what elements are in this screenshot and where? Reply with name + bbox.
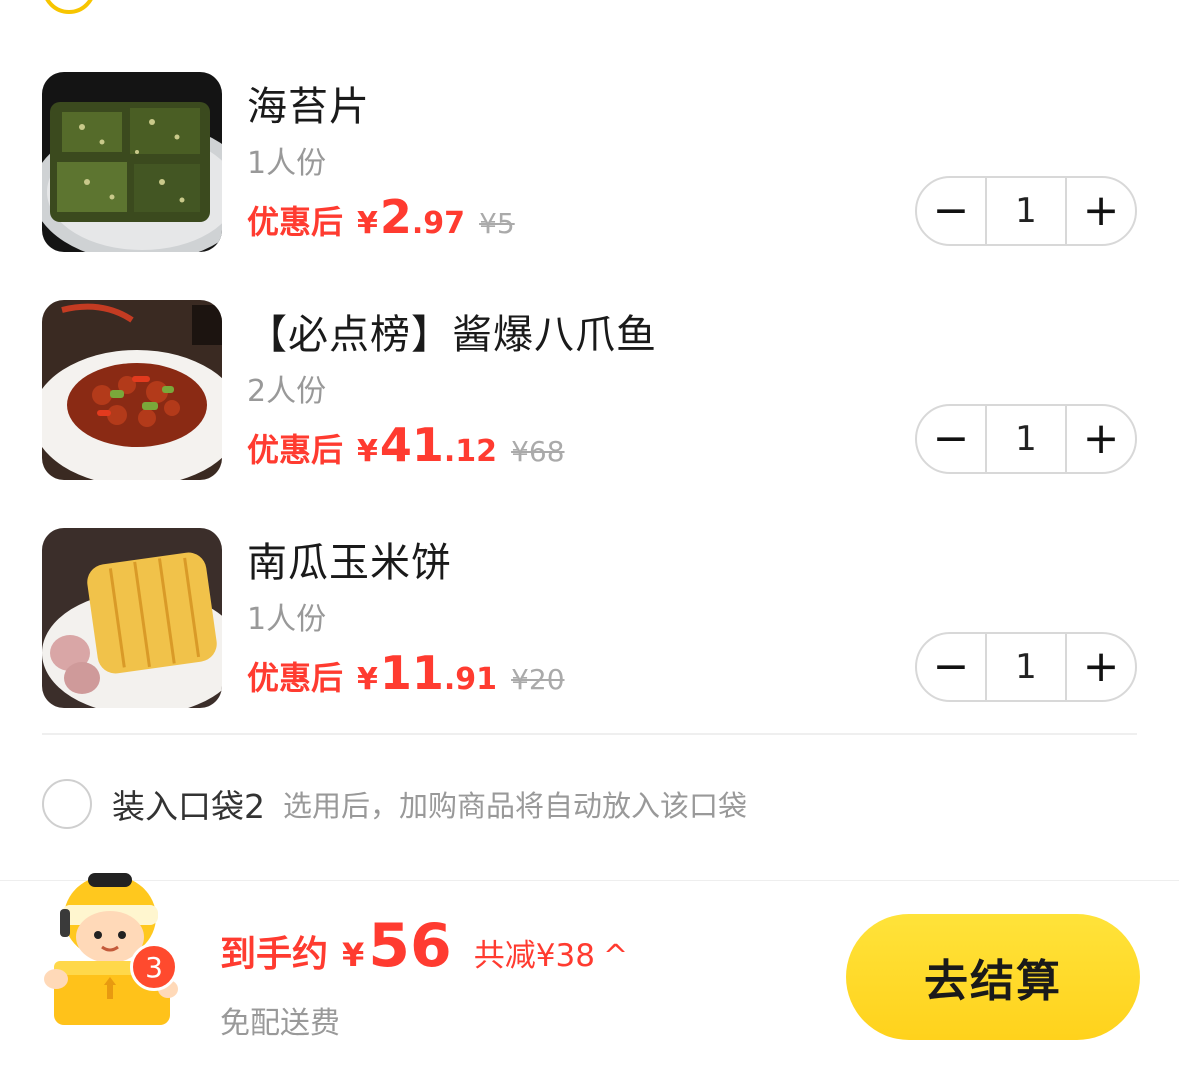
total-amount: 56 (368, 911, 452, 981)
bag2-option[interactable]: 装入口袋2 选用后，加购商品将自动放入该口袋 (42, 778, 747, 830)
product-portion: 2人份 (247, 374, 327, 409)
price-decimal: .97 (411, 206, 466, 241)
section-divider (42, 733, 1137, 735)
increase-button[interactable]: + (1067, 634, 1135, 700)
product-name: 【必点榜】酱爆八爪鱼 (247, 312, 657, 358)
price-integer: 41 (379, 418, 444, 472)
cart-count-badge: 3 (130, 943, 178, 991)
currency-symbol: ¥ (357, 206, 378, 241)
product-portion: 1人份 (247, 146, 327, 181)
price-row: 优惠后 ¥ 41 .12 ¥68 (247, 418, 565, 478)
quantity-stepper: − 1 + (915, 404, 1137, 474)
cart-item: 南瓜玉米饼 1人份 优惠后 ¥ 11 .91 ¥20 − 1 + (42, 528, 1137, 708)
cart-item: 【必点榜】酱爆八爪鱼 2人份 优惠后 ¥ 41 .12 ¥68 − 1 + (42, 300, 1137, 480)
bag2-hint: 选用后，加购商品将自动放入该口袋 (283, 789, 748, 823)
decrease-button[interactable]: − (917, 634, 985, 700)
increase-button[interactable]: + (1067, 406, 1135, 472)
quantity-stepper: − 1 + (915, 632, 1137, 702)
price-integer: 2 (379, 190, 412, 244)
chevron-up-icon[interactable]: ^ (603, 939, 628, 974)
price-decimal: .91 (443, 662, 498, 697)
bag1-radio[interactable] (42, 0, 96, 14)
currency-symbol: ¥ (357, 662, 378, 697)
checkout-button[interactable]: 去结算 (846, 914, 1140, 1040)
delivery-fee-note: 免配送费 (220, 1006, 340, 1041)
quantity-value: 1 (1015, 647, 1037, 687)
price-integer: 11 (379, 646, 444, 700)
discount-label: 优惠后 (247, 431, 344, 469)
product-name: 海苔片 (247, 84, 370, 130)
total-saved: 共减¥38 (473, 938, 595, 974)
cart-item: 海苔片 1人份 优惠后 ¥ 2 .97 ¥5 − 1 + (42, 72, 1137, 252)
total-label: 到手约 (220, 934, 329, 975)
product-image-seaweed[interactable] (42, 72, 222, 252)
original-price: ¥20 (511, 663, 565, 696)
discount-label: 优惠后 (247, 203, 344, 241)
product-image-octopus[interactable] (42, 300, 222, 480)
previous-bag-row (0, 0, 1179, 22)
bag2-radio[interactable] (42, 779, 92, 829)
quantity-value: 1 (1015, 191, 1037, 231)
total-currency: ¥ (342, 936, 365, 974)
product-portion: 1人份 (247, 602, 327, 637)
original-price: ¥5 (479, 207, 515, 240)
discount-label: 优惠后 (247, 659, 344, 697)
price-decimal: .12 (443, 434, 498, 469)
quantity-value: 1 (1015, 419, 1037, 459)
total-price-row[interactable]: 到手约 ¥ 56 共减¥38 ^ (220, 911, 628, 981)
quantity-stepper: − 1 + (915, 176, 1137, 246)
checkout-bar: 3 到手约 ¥ 56 共减¥38 ^ 免配送费 去结算 (0, 873, 1179, 1089)
product-name: 南瓜玉米饼 (247, 540, 452, 586)
product-image-pumpkin-cake[interactable] (42, 528, 222, 708)
price-row: 优惠后 ¥ 11 .91 ¥20 (247, 646, 565, 706)
price-row: 优惠后 ¥ 2 .97 ¥5 (247, 190, 515, 250)
decrease-button[interactable]: − (917, 178, 985, 244)
bag2-label: 装入口袋2 (112, 787, 265, 826)
currency-symbol: ¥ (357, 434, 378, 469)
original-price: ¥68 (511, 435, 565, 468)
decrease-button[interactable]: − (917, 406, 985, 472)
increase-button[interactable]: + (1067, 178, 1135, 244)
